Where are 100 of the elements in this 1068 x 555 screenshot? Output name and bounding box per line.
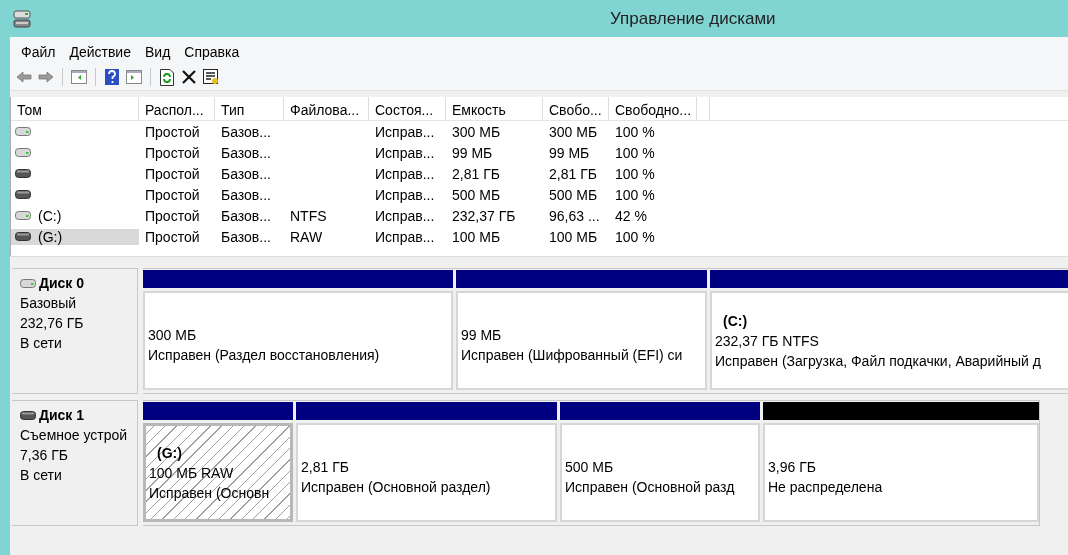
table-cell: 500 МБ [549,186,598,203]
partition[interactable]: 2,81 ГБ Исправен (Основной раздел) [296,402,557,522]
drive-icon [20,279,36,288]
partition-size: 500 МБ [565,458,615,475]
partition[interactable]: 3,96 ГБ Не распределена [763,402,1039,522]
table-cell: Базов... [221,186,271,203]
right-arrow-icon [38,71,54,83]
partition-label: (C:) [722,312,749,329]
table-cell: 232,37 ГБ [452,207,516,224]
menu-item[interactable]: Справка [177,44,247,60]
table-cell: 500 МБ [452,186,501,203]
drive-icon [15,148,31,157]
column-header[interactable]: Тип [215,97,284,120]
table-cell: Простой [145,165,200,182]
partition-status: Исправен (Загрузка, Файл подкачки, Аварийный д [715,352,1042,369]
partition-status: Не распределена [768,478,884,495]
partition-label: (G:) [156,444,183,461]
table-cell: Простой [145,186,200,203]
action-pane-button[interactable] [124,67,144,87]
menu-item[interactable]: Вид [137,44,178,60]
console-tree-button[interactable] [69,67,89,87]
table-cell: Базов... [221,207,271,224]
table-cell: Базов... [221,144,271,161]
panel-icon [71,70,87,84]
table-cell: 96,63 ... [549,207,600,224]
partition-size: 232,37 ГБ NTFS [715,332,820,349]
table-cell: Исправ... [375,123,435,140]
table-cell: 100 % [615,165,655,182]
table-cell: Простой [145,228,200,245]
menu-item[interactable]: Файл [14,44,63,60]
partition-size: 99 МБ [461,326,503,343]
drive-icon [15,190,31,199]
disk-name: Диск 1 [39,407,85,423]
drive-icon [15,127,31,136]
column-header[interactable]: Емкость [446,97,543,120]
table-cell: Базов... [221,123,271,140]
volume-cell[interactable]: (G:) [11,228,139,245]
table-cell: Простой [145,123,200,140]
properties-icon [203,69,219,85]
partition-size: 3,96 ГБ [768,458,817,475]
partition[interactable]: 500 МБ Исправен (Основной разд [560,402,760,522]
refresh-icon [160,68,174,86]
column-header[interactable]: Распол... [139,97,215,120]
volume-cell[interactable]: (C:) [11,207,139,224]
disk-type: Базовый [20,295,78,311]
drive-icon [15,232,31,241]
table-cell: 100 % [615,228,655,245]
volume-name: (G:) [38,228,63,245]
table-cell: 300 МБ [549,123,598,140]
help-button[interactable] [102,67,122,87]
drive-icon [15,169,31,178]
partition-status: Исправен (Основн [149,484,271,501]
partition-status: Исправен (Раздел восстановления) [148,346,381,363]
question-mark-icon [105,69,119,85]
disk-size: 7,36 ГБ [20,447,69,463]
table-cell: NTFS [290,207,327,224]
column-header[interactable]: Том [11,97,139,120]
table-cell: 100 МБ [452,228,501,245]
properties-button[interactable] [201,67,221,87]
disk-management-icon [12,8,32,29]
table-cell: Исправ... [375,228,435,245]
table-cell: Простой [145,207,200,224]
partition-size: 300 МБ [148,326,198,343]
table-cell: 100 % [615,186,655,203]
disk-name: Диск 0 [39,275,85,291]
partition[interactable]: 300 МБ Исправен (Раздел восстановления) [143,270,453,390]
table-cell: 100 % [615,144,655,161]
partition-status: Исправен (Основной разд [565,478,736,495]
table-cell: Исправ... [375,186,435,203]
column-header[interactable]: Свободно... [609,97,697,120]
column-header[interactable]: Состоя... [369,97,446,120]
partition[interactable]: 99 МБ Исправен (Шифрованный (EFI) си [456,270,707,390]
disk-status: В сети [20,335,63,351]
table-cell: Простой [145,144,200,161]
partition-size: 100 МБ RAW [149,464,235,481]
refresh-button[interactable] [157,67,177,87]
menu-item[interactable]: Действие [62,44,138,60]
partition-status: Исправен (Основной раздел) [301,478,492,495]
disk-size: 232,76 ГБ [20,315,85,331]
column-header[interactable]: Файлова... [284,97,369,120]
table-cell: 300 МБ [452,123,501,140]
table-cell: 100 % [615,123,655,140]
table-cell: Исправ... [375,207,435,224]
close-icon [182,70,196,84]
disk-status: В сети [20,467,63,483]
table-cell: 42 % [615,207,647,224]
left-arrow-icon [16,71,32,83]
window-title: Управление дисками [610,9,776,29]
table-cell: Базов... [221,228,271,245]
partition-size: 2,81 ГБ [301,458,350,475]
table-cell: 99 МБ [452,144,493,161]
table-cell: 2,81 ГБ [549,165,597,182]
column-header[interactable]: Свобо... [543,97,609,120]
volume-name: (C:) [38,207,62,224]
partition[interactable]: (C:) 232,37 ГБ NTFS Исправен (Загрузка, Файл подкачки, Аварийный д [710,270,1068,390]
panel-icon [126,70,142,84]
table-cell: Исправ... [375,144,435,161]
table-cell: 99 МБ [549,144,590,161]
partition[interactable]: (G:) 100 МБ RAW Исправен (Основн [143,402,293,522]
drive-icon [15,211,31,220]
